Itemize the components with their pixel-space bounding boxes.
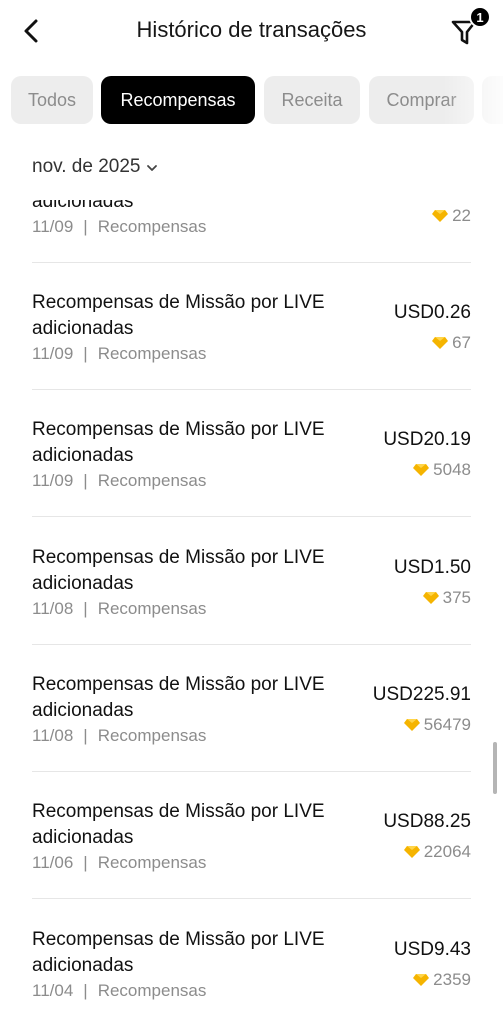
transaction-meta: 11/09 | Recompensas — [32, 344, 207, 363]
transaction-diamonds: 67 — [431, 333, 471, 353]
transaction-title: adicionadas — [32, 200, 134, 212]
transaction-title: Recompensas de Missão por LIVE adicionad… — [32, 419, 325, 466]
transaction-meta: 11/06 | Recompensas — [32, 853, 207, 872]
transaction-diamonds: 22064 — [403, 842, 471, 862]
diamond-icon — [413, 974, 430, 986]
transaction-category: Recompensas — [97, 599, 207, 618]
transaction-category: Recompensas — [97, 853, 207, 872]
transaction-date: 11/04 — [32, 981, 74, 1000]
transaction-diamonds: 375 — [422, 588, 471, 608]
transaction-title: Recompensas de Missão por LIVE adicionad… — [32, 292, 325, 339]
transaction-category: Recompensas — [97, 217, 207, 236]
transaction-date: 11/09 — [32, 217, 74, 236]
tab-comprar[interactable]: Comprar — [369, 76, 474, 124]
diamond-icon — [403, 846, 420, 858]
filter-count-badge: 1 — [469, 6, 491, 28]
tab-receita[interactable]: Receita — [264, 76, 360, 124]
transaction-date: 11/08 — [32, 599, 74, 618]
transaction-usd: USD1.50 — [393, 557, 471, 578]
page-title: Histórico de transações — [136, 17, 367, 42]
chevron-down-icon — [147, 165, 158, 171]
diamond-icon — [413, 464, 430, 476]
transaction-diamonds: 22 — [431, 206, 471, 226]
transaction-date: 11/09 — [32, 344, 74, 363]
transaction-usd: USD20.19 — [383, 429, 471, 450]
category-tabs: Todos Recompensas Receita Comprar — [0, 76, 503, 124]
transaction-usd: USD225.91 — [372, 684, 471, 705]
scrollbar-thumb[interactable] — [493, 742, 497, 794]
transaction-diamonds: 2359 — [412, 970, 471, 990]
transaction-category: Recompensas — [97, 344, 207, 363]
transaction-diamonds: 5048 — [412, 460, 471, 480]
month-selector[interactable]: nov. de 2025 — [32, 156, 158, 178]
transaction-usd: USD9.43 — [393, 939, 471, 960]
transaction-date: 11/09 — [32, 471, 74, 490]
transaction-diamonds: 56479 — [403, 715, 471, 735]
top-bar: Histórico de transações 1 — [0, 0, 503, 62]
diamond-icon — [403, 719, 420, 731]
transaction-category: Recompensas — [97, 726, 207, 745]
transaction-category: Recompensas — [97, 471, 207, 490]
transaction-usd: USD0.26 — [393, 302, 471, 323]
transaction-row[interactable]: Recompensas de Missão por LIVE adicionad… — [32, 772, 471, 899]
transaction-meta: 11/09 | Recompensas — [32, 217, 207, 236]
transaction-row[interactable]: adicionadas 11/09 | Recompensas 22 — [32, 200, 471, 263]
transaction-category: Recompensas — [97, 981, 207, 1000]
transaction-title: Recompensas de Missão por LIVE adicionad… — [32, 674, 325, 721]
diamond-icon — [432, 210, 449, 222]
transaction-meta: 11/08 | Recompensas — [32, 599, 207, 618]
transaction-list[interactable]: adicionadas 11/09 | Recompensas 22 Recompe… — [0, 200, 503, 1024]
tab-todos[interactable]: Todos — [11, 76, 93, 124]
transaction-title: Recompensas de Missão por LIVE adicionad… — [32, 929, 325, 976]
transaction-meta: 11/04 | Recompensas — [32, 981, 207, 1000]
transaction-title: Recompensas de Missão por LIVE adicionad… — [32, 801, 325, 848]
transaction-meta: 11/09 | Recompensas — [32, 471, 207, 490]
transaction-date: 11/06 — [32, 853, 74, 872]
transaction-title: Recompensas de Missão por LIVE adicionad… — [32, 547, 325, 594]
transaction-row[interactable]: Recompensas de Missão por LIVE adicionad… — [32, 263, 471, 390]
month-label: nov. de 2025 — [32, 156, 141, 177]
transaction-row[interactable]: Recompensas de Missão por LIVE adicionad… — [32, 518, 471, 645]
transaction-date: 11/08 — [32, 726, 74, 745]
transaction-row[interactable]: Recompensas de Missão por LIVE adicionad… — [32, 390, 471, 517]
diamond-icon — [422, 592, 439, 604]
transaction-usd: USD88.25 — [383, 811, 471, 832]
transaction-meta: 11/08 | Recompensas — [32, 726, 207, 745]
tab-more[interactable] — [482, 76, 503, 124]
transaction-row[interactable]: Recompensas de Missão por LIVE adicionad… — [32, 645, 471, 772]
transaction-row[interactable]: Recompensas de Missão por LIVE adicionad… — [32, 900, 471, 1024]
tab-recompensas[interactable]: Recompensas — [101, 76, 255, 124]
diamond-icon — [432, 337, 449, 349]
